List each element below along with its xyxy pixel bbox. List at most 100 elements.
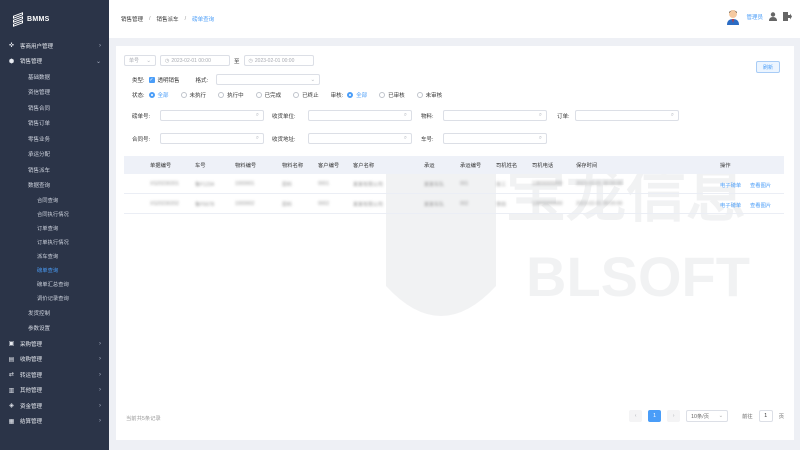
breadcrumb-sales[interactable]: 销售管理 xyxy=(121,15,143,23)
sidebar-item-query[interactable]: 订单查询 xyxy=(0,221,109,235)
search-icon: ⌕ xyxy=(255,135,259,141)
sidebar-item-sales[interactable]: 基础数据 xyxy=(0,69,109,85)
view-image-link[interactable]: 查看图片 xyxy=(750,181,771,189)
type-option-label: 透明销售 xyxy=(157,77,180,84)
address-input[interactable]: ⌕ xyxy=(308,133,412,144)
radio-circle xyxy=(379,92,386,98)
page-size-select[interactable]: 10条/页 ⌄ xyxy=(686,410,729,422)
sidebar-item-sales[interactable]: 数据查询 xyxy=(0,178,109,194)
radio-circle xyxy=(347,92,354,98)
box-icon: ▤ xyxy=(8,356,15,363)
column-header: 客户名称 xyxy=(353,163,375,169)
radio-label: 全部 xyxy=(356,93,368,99)
user-icon[interactable] xyxy=(769,11,777,23)
sidebar-item-sales[interactable]: 销售订单 xyxy=(0,116,109,132)
sidebar-group-truck[interactable]: ▥ 其他管理 › xyxy=(0,383,109,399)
sidebar-group-cart[interactable]: ⬢ 销售管理 ⌄ xyxy=(0,54,109,70)
radio-label: 未执行 xyxy=(189,93,207,99)
app-logo-text: BMMS xyxy=(27,15,50,23)
goto-page-input[interactable]: 1 xyxy=(758,410,773,422)
sidebar-group-bag[interactable]: ▣ 采购管理 › xyxy=(0,336,109,352)
status-radio[interactable]: 未执行 xyxy=(180,91,207,99)
format-select[interactable]: ⌄ xyxy=(216,74,321,85)
date-type-select[interactable]: 单号 ⌄ xyxy=(124,55,156,66)
status-radio[interactable]: 已终止 xyxy=(293,91,319,99)
search-icon: ⌕ xyxy=(255,112,259,118)
status-radio[interactable]: 已完成 xyxy=(255,91,281,99)
column-header: 承运编号 xyxy=(460,163,482,169)
date-start-input[interactable]: ◷ 2023-02-01 00:00 xyxy=(160,55,230,66)
sidebar-group-money[interactable]: ◈ 资金管理 › xyxy=(0,398,109,414)
refresh-button[interactable]: 刷新 xyxy=(756,61,780,73)
sidebar-item-query[interactable]: 磅单汇总查询 xyxy=(0,277,109,291)
next-page-button[interactable]: › xyxy=(667,410,681,422)
breadcrumb-current: 磅单查询 xyxy=(192,17,215,23)
table-cell: 13800000000 xyxy=(532,181,563,187)
page-number-current[interactable]: 1 xyxy=(648,410,662,422)
bill-no-input[interactable]: ⌕ xyxy=(160,110,264,121)
user-name[interactable]: 管理员 xyxy=(746,13,763,21)
sidebar-item-sales[interactable]: 承运分配 xyxy=(0,147,109,163)
app-logo[interactable]: BMMS xyxy=(0,0,109,38)
logout-icon[interactable] xyxy=(783,11,792,23)
e-bill-link[interactable]: 电子磅单 xyxy=(720,201,741,209)
status-radio[interactable]: 执行中 xyxy=(218,91,244,99)
page-unit-label: 页 xyxy=(778,414,784,420)
sidebar-item-query[interactable]: 合同执行情况 xyxy=(0,207,109,221)
order-input[interactable]: ⌕ xyxy=(575,110,679,121)
chevron-right-icon: › xyxy=(99,418,101,425)
sidebar-group-label: 销售管理 xyxy=(20,59,43,66)
sidebar-item-query[interactable]: 合同查询 xyxy=(0,193,109,207)
column-header: 操作 xyxy=(720,163,731,169)
audit-radio[interactable]: 全部 xyxy=(347,91,367,99)
type-checkbox[interactable]: ✓ xyxy=(148,76,155,83)
sidebar-group-label: 采购管理 xyxy=(20,341,43,348)
table-cell: 张三 xyxy=(496,182,507,188)
status-radio[interactable]: 全部 xyxy=(148,91,169,99)
chevron-right-icon: › xyxy=(99,356,101,363)
sidebar-group-transfer[interactable]: ⇄ 转运管理 › xyxy=(0,367,109,383)
bag-icon: ▣ xyxy=(8,341,15,348)
sidebar-group-label: 资金管理 xyxy=(20,403,43,410)
sidebar-item-sales[interactable]: 资信管理 xyxy=(0,85,109,101)
table-cell: 某某有限公司 xyxy=(353,182,384,188)
sidebar-item-query[interactable]: 磅单查询 xyxy=(0,263,109,277)
material-input[interactable]: ⌕ xyxy=(443,110,547,121)
table-cell: 0002 xyxy=(318,201,330,207)
column-header: 车号 xyxy=(195,163,206,169)
date-end-input[interactable]: ◷ 2023-02-01 00:00 xyxy=(243,55,314,66)
sidebar-item-query[interactable]: 调价记录查询 xyxy=(0,291,109,305)
sidebar-item-sales[interactable]: 发货控制 xyxy=(0,305,109,321)
search-icon: ⌕ xyxy=(403,135,407,141)
table-cell: 1000001 xyxy=(235,181,255,187)
sidebar-group-box[interactable]: ▤ 收购管理 › xyxy=(0,352,109,368)
radio-label: 已审核 xyxy=(388,93,405,99)
sidebar-item-sales[interactable]: 参数设置 xyxy=(0,321,109,337)
material-label: 物料: xyxy=(421,113,434,120)
audit-radio[interactable]: 已审核 xyxy=(379,91,405,99)
view-image-link[interactable]: 查看图片 xyxy=(750,201,771,209)
audit-radio[interactable]: 未审核 xyxy=(416,91,442,99)
cart-icon: ⬢ xyxy=(8,58,15,65)
contract-input[interactable]: ⌕ xyxy=(160,133,264,144)
receiver-input[interactable]: ⌕ xyxy=(308,110,412,121)
sidebar-item-sales[interactable]: 销售合同 xyxy=(0,100,109,116)
radio-label: 全部 xyxy=(157,93,169,99)
table-row[interactable]: XS20230202 鲁F5678 1000002 原料 0002 某某有限公司 某某车队 0… xyxy=(124,194,784,214)
table-cell: 2023-02-01 00:00:00 xyxy=(576,181,623,187)
search-icon: ⌕ xyxy=(670,112,674,118)
sidebar-item-sales[interactable]: 销售派车 xyxy=(0,162,109,178)
avatar[interactable] xyxy=(726,9,740,25)
e-bill-link[interactable]: 电子磅单 xyxy=(720,181,741,189)
sidebar-item-query[interactable]: 订单执行情况 xyxy=(0,235,109,249)
sidebar-group-settle[interactable]: ▦ 结算管理 › xyxy=(0,414,109,430)
table-cell: XS20230202 xyxy=(150,201,179,207)
sidebar-group-crosshair[interactable]: ✜ 客商用户管理 › xyxy=(0,38,109,54)
table-row[interactable]: XS20230201 鲁F1234 1000001 原料 0001 某某有限公司 某某车队 0… xyxy=(124,174,784,194)
sidebar-item-sales[interactable]: 零售业务 xyxy=(0,131,109,147)
prev-page-button[interactable]: ‹ xyxy=(629,410,643,422)
breadcrumb-separator: / xyxy=(184,16,187,22)
plate-input[interactable]: ⌕ xyxy=(443,133,547,144)
breadcrumb-dispatch[interactable]: 销售派车 xyxy=(157,15,179,23)
sidebar-item-query[interactable]: 派车查询 xyxy=(0,249,109,263)
